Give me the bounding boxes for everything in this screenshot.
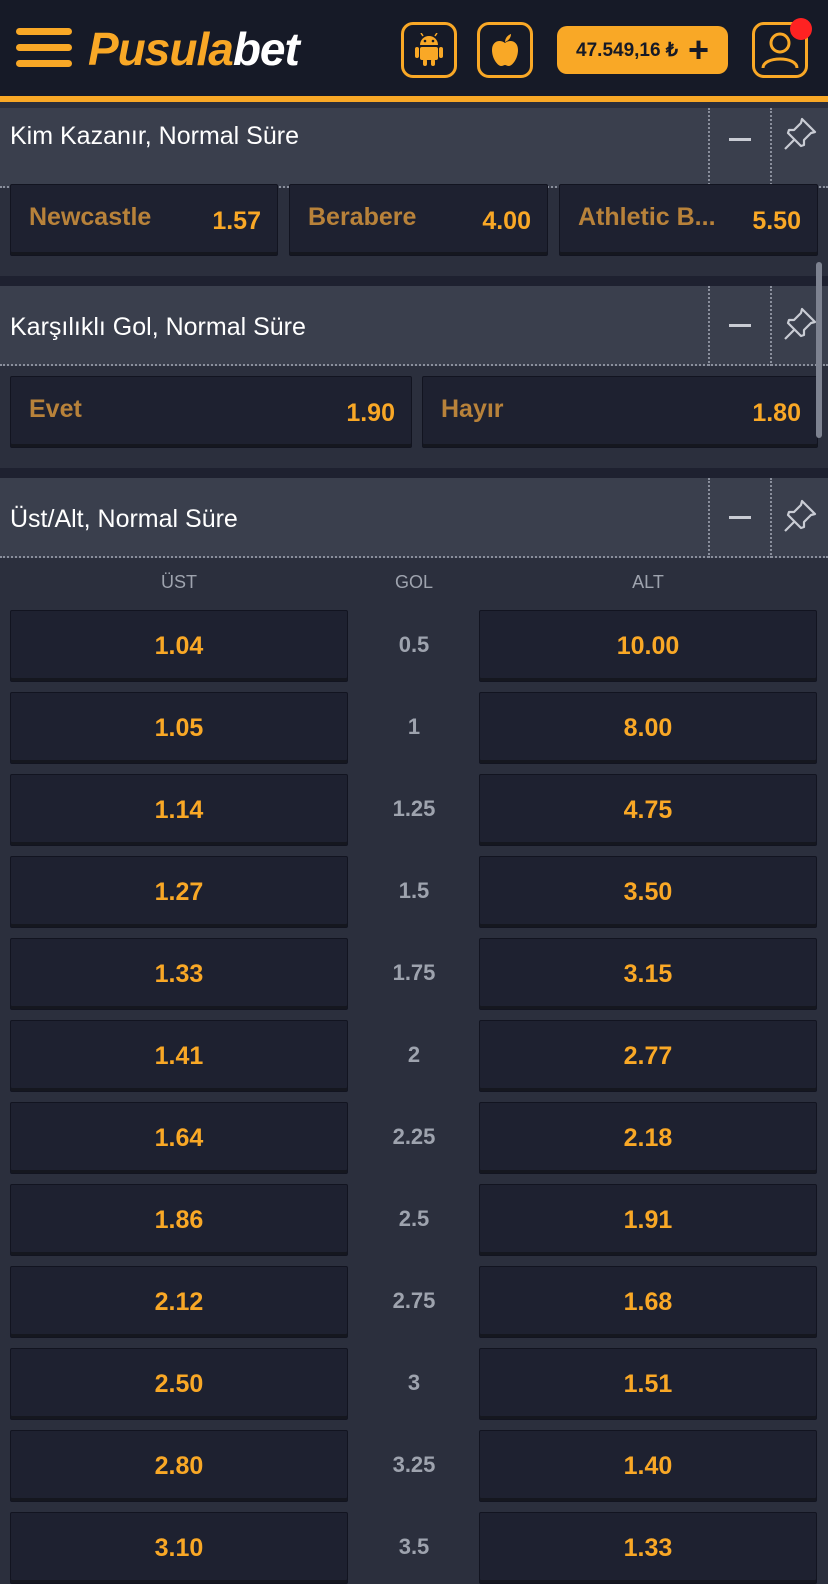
over-odd-button[interactable]: 1.04 <box>10 610 348 682</box>
under-odd-button[interactable]: 8.00 <box>479 692 817 764</box>
over-odd-button[interactable]: 1.64 <box>10 1102 348 1174</box>
pin-icon <box>784 499 817 532</box>
under-odd-button[interactable]: 10.00 <box>479 610 817 682</box>
under-odd-button[interactable]: 2.77 <box>479 1020 817 1092</box>
minus-icon <box>729 138 751 141</box>
odd-button-no[interactable]: Hayır 1.80 <box>422 376 818 448</box>
notification-dot <box>790 18 812 40</box>
over-odd-button[interactable]: 1.33 <box>10 938 348 1010</box>
over-odd-button[interactable]: 2.80 <box>10 1430 348 1502</box>
android-icon <box>415 33 443 66</box>
outcome-label: Evet <box>29 395 82 423</box>
over-odd-button[interactable]: 1.86 <box>10 1184 348 1256</box>
column-header-goal-line: GOL <box>394 572 433 592</box>
goal-line-label: 3 <box>407 1370 421 1395</box>
goal-line-label: 1.5 <box>398 878 430 903</box>
divider <box>0 364 828 366</box>
under-odd-button[interactable]: 1.40 <box>479 1430 817 1502</box>
section-divider <box>0 468 828 478</box>
under-odd-button[interactable]: 1.91 <box>479 1184 817 1256</box>
goal-line-label: 2.5 <box>398 1206 430 1231</box>
under-odd-button[interactable]: 1.33 <box>479 1512 817 1584</box>
odd-button-away[interactable]: Athletic B... 5.50 <box>559 184 818 256</box>
over-odd-button[interactable]: 1.41 <box>10 1020 348 1092</box>
outcome-label: Hayır <box>441 395 504 423</box>
under-odd-button[interactable]: 4.75 <box>479 774 817 846</box>
column-header-over: ÜST <box>161 572 197 592</box>
outcome-label: Newcastle <box>29 203 152 231</box>
market-header-both-teams-score[interactable]: Karşılıklı Gol, Normal Süre <box>0 286 828 366</box>
market-header-over-under[interactable]: Üst/Alt, Normal Süre <box>0 478 828 558</box>
odd-button-yes[interactable]: Evet 1.90 <box>10 376 412 448</box>
hamburger-icon[interactable] <box>16 28 72 68</box>
divider <box>0 556 828 558</box>
balance-amount: 47.549,16 ₺ <box>576 39 678 61</box>
over-odd-button[interactable]: 1.14 <box>10 774 348 846</box>
collapse-button[interactable] <box>708 108 770 188</box>
column-header-under: ALT <box>632 572 664 592</box>
goal-line-label: 1 <box>407 714 421 739</box>
minus-icon <box>729 324 751 327</box>
brand-logo[interactable]: Pusulabet <box>88 22 300 76</box>
outcome-odd: 1.57 <box>212 207 261 235</box>
odd-button-home[interactable]: Newcastle 1.57 <box>10 184 278 256</box>
collapse-button[interactable] <box>708 286 770 366</box>
top-header: Pusulabet 47.549,16 ₺ + <box>0 0 828 102</box>
android-app-button[interactable] <box>401 22 457 78</box>
goal-line-label: 2.25 <box>392 1124 436 1149</box>
outcome-odd: 1.80 <box>752 399 801 427</box>
pin-button[interactable] <box>770 108 828 188</box>
over-odd-button[interactable]: 1.05 <box>10 692 348 764</box>
under-odd-button[interactable]: 1.68 <box>479 1266 817 1338</box>
outcome-label: Athletic B... <box>578 203 716 231</box>
logo-text-part1: Pusula <box>88 23 234 75</box>
goal-line-label: 2 <box>407 1042 421 1067</box>
under-odd-button[interactable]: 1.51 <box>479 1348 817 1420</box>
odd-button-draw[interactable]: Berabere 4.00 <box>289 184 548 256</box>
plus-icon: + <box>687 29 709 70</box>
market-title: Üst/Alt, Normal Süre <box>10 505 238 533</box>
outcome-label: Berabere <box>308 203 417 231</box>
outcome-odd: 4.00 <box>482 207 531 235</box>
minus-icon <box>729 516 751 519</box>
over-odd-button[interactable]: 2.50 <box>10 1348 348 1420</box>
pin-icon <box>784 117 817 150</box>
scrollbar[interactable] <box>816 262 822 438</box>
balance-deposit-button[interactable]: 47.549,16 ₺ + <box>557 26 728 74</box>
over-odd-button[interactable]: 1.27 <box>10 856 348 928</box>
collapse-button[interactable] <box>708 478 770 558</box>
section-divider <box>0 276 828 286</box>
logo-text-part2: bet <box>232 23 300 75</box>
market-header-match-result[interactable]: Kim Kazanır, Normal Süre <box>0 108 828 188</box>
goal-line-label: 3.25 <box>392 1452 436 1477</box>
goal-line-label: 1.25 <box>392 796 436 821</box>
goal-line-label: 2.75 <box>392 1288 436 1313</box>
under-odd-button[interactable]: 3.15 <box>479 938 817 1010</box>
goal-line-label: 0.5 <box>398 632 430 657</box>
goal-line-label: 1.75 <box>392 960 436 985</box>
ios-app-button[interactable] <box>477 22 533 78</box>
under-odd-button[interactable]: 2.18 <box>479 1102 817 1174</box>
over-odd-button[interactable]: 3.10 <box>10 1512 348 1584</box>
outcome-odd: 1.90 <box>346 399 395 427</box>
market-title: Kim Kazanır, Normal Süre <box>10 122 299 150</box>
over-odd-button[interactable]: 2.12 <box>10 1266 348 1338</box>
market-title: Karşılıklı Gol, Normal Süre <box>10 313 306 341</box>
pin-icon <box>784 307 817 340</box>
goal-line-label: 3.5 <box>398 1534 430 1559</box>
outcome-odd: 5.50 <box>752 207 801 235</box>
apple-icon <box>492 34 518 66</box>
under-odd-button[interactable]: 3.50 <box>479 856 817 928</box>
pin-button[interactable] <box>770 478 828 558</box>
